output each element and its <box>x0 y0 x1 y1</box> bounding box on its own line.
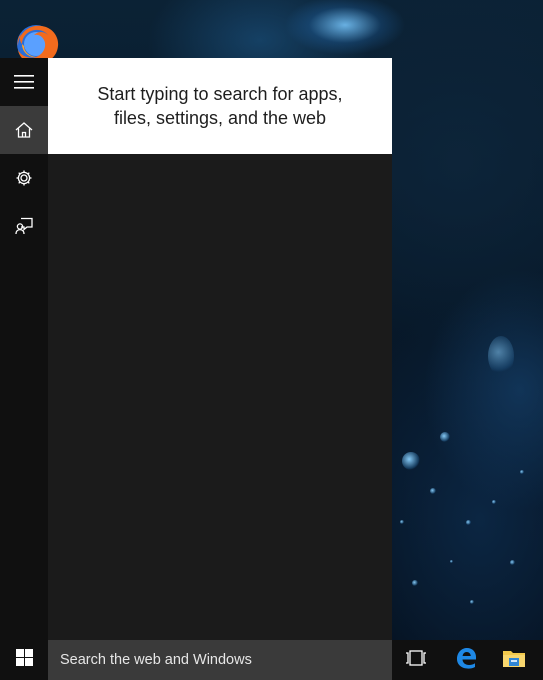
start-button[interactable] <box>0 640 48 680</box>
task-view-icon <box>405 649 427 671</box>
file-explorer-icon <box>502 648 526 673</box>
hamburger-menu-icon <box>14 75 34 89</box>
search-input[interactable] <box>60 640 392 680</box>
search-hint-text: Start typing to search for apps, files, … <box>97 84 343 128</box>
start-search-panel: Start typing to search for apps, files, … <box>0 58 392 640</box>
file-explorer-button[interactable] <box>490 640 538 680</box>
task-view-button[interactable] <box>392 640 440 680</box>
search-hint: Start typing to search for apps, files, … <box>48 58 392 154</box>
taskbar <box>0 640 543 680</box>
windows-logo-icon <box>15 649 33 671</box>
hamburger-menu-button[interactable] <box>0 58 48 106</box>
start-left-rail <box>0 58 48 640</box>
edge-button[interactable] <box>442 640 490 680</box>
gear-icon <box>15 169 33 187</box>
taskbar-search-box[interactable] <box>48 640 392 680</box>
edge-icon <box>455 647 477 674</box>
home-button[interactable] <box>0 106 48 154</box>
settings-button[interactable] <box>0 154 48 202</box>
feedback-button[interactable] <box>0 202 48 250</box>
home-icon <box>15 122 33 138</box>
feedback-icon <box>15 217 33 235</box>
